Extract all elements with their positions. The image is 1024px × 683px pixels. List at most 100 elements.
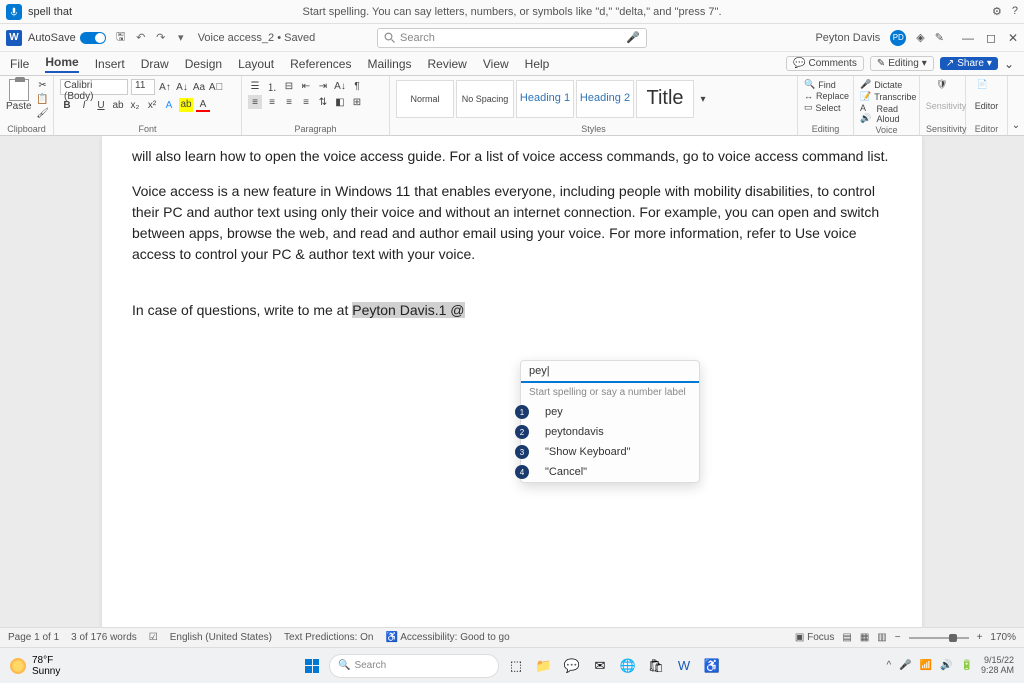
increase-indent-icon[interactable]: ⇥ — [316, 79, 330, 93]
paragraph[interactable]: In case of questions, write to me at Pey… — [132, 300, 892, 321]
tray-chevron-icon[interactable]: ^ — [886, 660, 891, 671]
mic-tray-icon[interactable]: 🎤 — [899, 660, 911, 671]
tab-references[interactable]: References — [290, 57, 351, 71]
sort-icon[interactable]: A↓ — [333, 79, 347, 93]
tab-insert[interactable]: Insert — [95, 57, 125, 71]
search-input[interactable]: Search 🎤 — [377, 28, 647, 48]
align-left-icon[interactable]: ≡ — [248, 95, 262, 109]
show-marks-icon[interactable]: ¶ — [350, 79, 364, 93]
paragraph[interactable]: will also learn how to open the voice ac… — [132, 146, 892, 167]
suggestion-item[interactable]: 2peytondavis — [521, 422, 699, 442]
format-painter-icon[interactable]: 🖌 — [36, 107, 50, 119]
document-area[interactable]: will also learn how to open the voice ac… — [0, 136, 1024, 641]
cut-icon[interactable]: ✂ — [36, 79, 50, 91]
volume-icon[interactable]: 🔊 — [940, 660, 952, 671]
borders-icon[interactable]: ⊞ — [350, 95, 364, 109]
view-web-icon[interactable]: ▥ — [877, 632, 886, 643]
paragraph[interactable]: Voice access is a new feature in Windows… — [132, 181, 892, 265]
style-heading2[interactable]: Heading 2 — [576, 80, 634, 118]
start-button[interactable] — [301, 655, 323, 677]
edge-icon[interactable]: 🌐 — [617, 655, 639, 677]
maximize-button[interactable]: ◻ — [986, 31, 996, 45]
style-heading1[interactable]: Heading 1 — [516, 80, 574, 118]
ribbon-collapse-icon[interactable]: ⌄ — [1004, 57, 1014, 71]
style-title[interactable]: Title — [636, 80, 694, 118]
grow-font-icon[interactable]: A↑ — [158, 80, 172, 94]
dictate-button[interactable]: 🎤 Dictate — [860, 79, 902, 90]
avatar[interactable]: PD — [890, 30, 906, 46]
document-name[interactable]: Voice access_2 • Saved — [198, 32, 316, 44]
align-center-icon[interactable]: ≡ — [265, 95, 279, 109]
line-spacing-icon[interactable]: ⇅ — [316, 95, 330, 109]
shrink-font-icon[interactable]: A↓ — [175, 80, 189, 94]
accessibility-icon[interactable]: ♿ — [701, 655, 723, 677]
change-case-icon[interactable]: Aa — [192, 80, 206, 94]
autosave-toggle[interactable]: AutoSave — [28, 32, 106, 44]
style-normal[interactable]: Normal — [396, 80, 454, 118]
weather-widget[interactable]: 78°F Sunny — [10, 655, 60, 677]
minimize-button[interactable]: — — [962, 31, 974, 45]
close-button[interactable]: ✕ — [1008, 31, 1018, 45]
mic-icon[interactable] — [6, 4, 22, 20]
subscript-icon[interactable]: x₂ — [128, 98, 142, 112]
bullets-icon[interactable]: ☰ — [248, 79, 262, 93]
style-no-spacing[interactable]: No Spacing — [456, 80, 514, 118]
explorer-icon[interactable]: 📁 — [533, 655, 555, 677]
qat-dropdown-icon[interactable]: ▾ — [174, 31, 188, 45]
tab-draw[interactable]: Draw — [141, 57, 169, 71]
tab-layout[interactable]: Layout — [238, 57, 274, 71]
focus-button[interactable]: ▣ Focus — [795, 632, 834, 643]
diamond-icon[interactable]: ◈ — [916, 31, 924, 44]
word-count[interactable]: 3 of 176 words — [71, 632, 137, 643]
tab-view[interactable]: View — [483, 57, 509, 71]
bold-icon[interactable]: B — [60, 98, 74, 112]
document-page[interactable]: will also learn how to open the voice ac… — [102, 136, 922, 641]
tab-home[interactable]: Home — [45, 55, 78, 73]
zoom-level[interactable]: 170% — [990, 632, 1016, 643]
chat-icon[interactable]: 💬 — [561, 655, 583, 677]
read-aloud-button[interactable]: A🔊 Read Aloud — [860, 103, 913, 124]
styles-gallery[interactable]: Normal No Spacing Heading 1 Heading 2 Ti… — [396, 79, 710, 119]
find-button[interactable]: 🔍 Find — [804, 79, 836, 90]
save-icon[interactable]: 🖫 — [114, 31, 128, 45]
spell-check-icon[interactable]: ☑ — [149, 632, 158, 643]
store-icon[interactable]: 🛍 — [645, 655, 667, 677]
undo-icon[interactable]: ↶ — [134, 31, 148, 45]
search-mic-icon[interactable]: 🎤 — [626, 31, 640, 44]
suggestion-item[interactable]: 3"Show Keyboard" — [521, 442, 699, 462]
tab-file[interactable]: File — [10, 57, 29, 71]
view-print-icon[interactable]: ▤ — [842, 632, 851, 643]
italic-icon[interactable]: I — [77, 98, 91, 112]
tab-review[interactable]: Review — [428, 57, 467, 71]
strikethrough-icon[interactable]: ab — [111, 98, 125, 112]
underline-icon[interactable]: U — [94, 98, 108, 112]
editing-mode-button[interactable]: ✎ Editing ▾ — [870, 56, 934, 71]
suggestion-input[interactable]: pey — [521, 361, 699, 383]
accessibility-status[interactable]: ♿ Accessibility: Good to go — [386, 632, 510, 643]
decrease-indent-icon[interactable]: ⇤ — [299, 79, 313, 93]
zoom-out-icon[interactable]: − — [895, 632, 901, 643]
zoom-slider[interactable] — [909, 637, 969, 639]
battery-icon[interactable]: 🔋 — [961, 660, 973, 671]
highlighted-text[interactable]: Peyton Davis.1 @ — [352, 302, 464, 318]
tab-help[interactable]: Help — [525, 57, 550, 71]
paste-button[interactable]: Paste — [6, 79, 32, 112]
shading-icon[interactable]: ◧ — [333, 95, 347, 109]
ribbon-options-icon[interactable]: ⌄ — [1012, 120, 1020, 131]
copy-icon[interactable]: 📋 — [36, 93, 50, 105]
sensitivity-button[interactable]: 🛡Sensitivity — [926, 79, 966, 111]
superscript-icon[interactable]: x² — [145, 98, 159, 112]
voice-settings-icon[interactable]: ⚙ — [992, 5, 1002, 18]
wifi-icon[interactable]: 📶 — [920, 660, 932, 671]
user-name[interactable]: Peyton Davis — [815, 32, 880, 44]
toggle-on-icon[interactable] — [80, 32, 106, 44]
voice-help-icon[interactable]: ? — [1012, 5, 1018, 18]
word-taskbar-icon[interactable]: W — [673, 655, 695, 677]
pen-icon[interactable]: ✎ — [935, 31, 944, 44]
font-color-icon[interactable]: A — [196, 98, 210, 112]
multilevel-icon[interactable]: ⊟ — [282, 79, 296, 93]
redo-icon[interactable]: ↷ — [154, 31, 168, 45]
tab-mailings[interactable]: Mailings — [367, 57, 411, 71]
numbering-icon[interactable]: ⒈ — [265, 79, 279, 93]
font-size-select[interactable]: 11 — [131, 79, 155, 95]
